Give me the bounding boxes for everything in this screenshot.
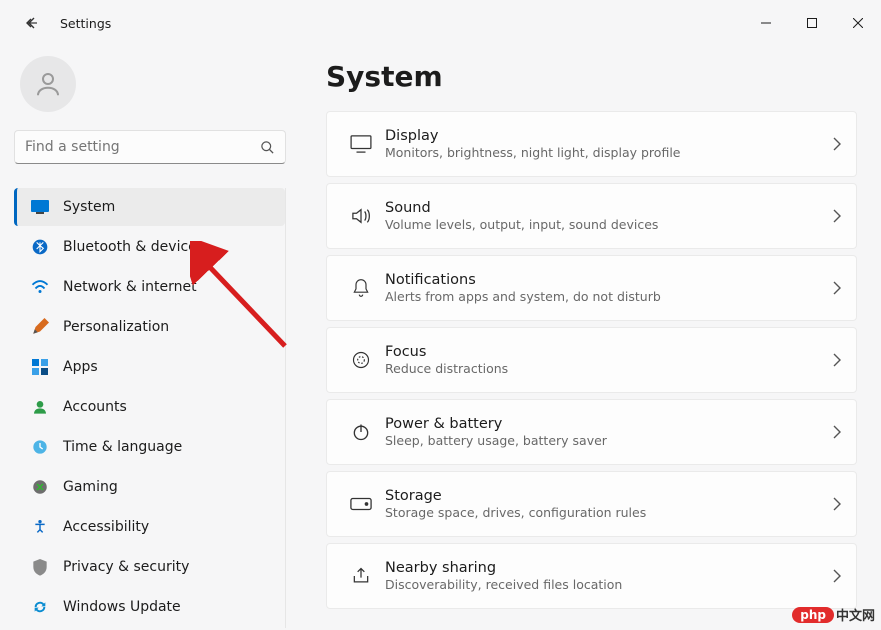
share-icon xyxy=(337,566,385,586)
sidebar-item-update[interactable]: Windows Update xyxy=(14,588,285,626)
card-title: Focus xyxy=(385,344,832,360)
storage-icon xyxy=(337,497,385,511)
card-subtitle: Monitors, brightness, night light, displ… xyxy=(385,145,832,160)
card-sound[interactable]: Sound Volume levels, output, input, soun… xyxy=(326,183,857,249)
sidebar-item-gaming[interactable]: Gaming xyxy=(14,468,285,506)
sidebar-item-bluetooth[interactable]: Bluetooth & devices xyxy=(14,228,285,266)
network-icon xyxy=(31,278,49,296)
card-notifications[interactable]: Notifications Alerts from apps and syste… xyxy=(326,255,857,321)
sidebar-item-label: Windows Update xyxy=(63,599,181,615)
card-power[interactable]: Power & battery Sleep, battery usage, ba… xyxy=(326,399,857,465)
system-icon xyxy=(31,198,49,216)
bluetooth-icon xyxy=(31,238,49,256)
sidebar-item-label: Bluetooth & devices xyxy=(63,239,204,255)
sidebar-item-label: Accounts xyxy=(63,399,127,415)
sidebar-item-network[interactable]: Network & internet xyxy=(14,268,285,306)
sound-icon xyxy=(337,207,385,225)
update-icon xyxy=(31,598,49,616)
apps-icon xyxy=(31,358,49,376)
person-icon xyxy=(33,69,63,99)
sidebar-nav: System Bluetooth & devices Network & int… xyxy=(14,188,286,628)
close-button[interactable] xyxy=(835,8,881,38)
sidebar: System Bluetooth & devices Network & int… xyxy=(0,46,300,630)
card-subtitle: Alerts from apps and system, do not dist… xyxy=(385,289,832,304)
chevron-right-icon xyxy=(832,425,842,439)
card-title: Sound xyxy=(385,200,832,216)
sidebar-item-accessibility[interactable]: Accessibility xyxy=(14,508,285,546)
card-title: Storage xyxy=(385,488,832,504)
personalization-icon xyxy=(31,318,49,336)
accessibility-icon xyxy=(31,518,49,536)
chevron-right-icon xyxy=(832,137,842,151)
power-icon xyxy=(337,422,385,442)
card-title: Notifications xyxy=(385,272,832,288)
card-subtitle: Reduce distractions xyxy=(385,361,832,376)
sidebar-item-privacy[interactable]: Privacy & security xyxy=(14,548,285,586)
back-arrow-icon xyxy=(24,15,40,31)
chevron-right-icon xyxy=(832,209,842,223)
sidebar-item-label: System xyxy=(63,199,115,215)
user-avatar[interactable] xyxy=(20,56,76,112)
sidebar-item-apps[interactable]: Apps xyxy=(14,348,285,386)
main-content: System Display Monitors, brightness, nig… xyxy=(300,46,881,630)
display-icon xyxy=(337,135,385,153)
card-title: Power & battery xyxy=(385,416,832,432)
sidebar-item-time[interactable]: Time & language xyxy=(14,428,285,466)
sidebar-item-personalization[interactable]: Personalization xyxy=(14,308,285,346)
sidebar-item-accounts[interactable]: Accounts xyxy=(14,388,285,426)
page-title: System xyxy=(326,60,857,93)
chevron-right-icon xyxy=(832,497,842,511)
search-icon xyxy=(260,140,275,155)
sidebar-item-label: Network & internet xyxy=(63,279,197,295)
watermark-text: 中文网 xyxy=(836,605,875,624)
card-subtitle: Sleep, battery usage, battery saver xyxy=(385,433,832,448)
chevron-right-icon xyxy=(832,281,842,295)
notifications-icon xyxy=(337,278,385,298)
minimize-icon xyxy=(761,18,771,28)
maximize-button[interactable] xyxy=(789,8,835,38)
titlebar: Settings xyxy=(0,0,881,46)
close-icon xyxy=(853,18,863,28)
card-nearby-sharing[interactable]: Nearby sharing Discoverability, received… xyxy=(326,543,857,609)
card-title: Nearby sharing xyxy=(385,560,832,576)
card-storage[interactable]: Storage Storage space, drives, configura… xyxy=(326,471,857,537)
search-input[interactable] xyxy=(25,139,260,155)
sidebar-item-label: Time & language xyxy=(63,439,182,455)
search-input-wrapper[interactable] xyxy=(14,130,286,164)
card-title: Display xyxy=(385,128,832,144)
sidebar-item-label: Accessibility xyxy=(63,519,149,535)
chevron-right-icon xyxy=(832,569,842,583)
back-button[interactable] xyxy=(18,9,46,37)
watermark-pill: php xyxy=(792,607,834,623)
privacy-icon xyxy=(31,558,49,576)
focus-icon xyxy=(337,350,385,370)
sidebar-item-label: Gaming xyxy=(63,479,118,495)
chevron-right-icon xyxy=(832,353,842,367)
gaming-icon xyxy=(31,478,49,496)
accounts-icon xyxy=(31,398,49,416)
window-title: Settings xyxy=(60,16,111,31)
sidebar-item-label: Apps xyxy=(63,359,98,375)
sidebar-item-label: Personalization xyxy=(63,319,169,335)
time-icon xyxy=(31,438,49,456)
sidebar-item-label: Privacy & security xyxy=(63,559,189,575)
card-focus[interactable]: Focus Reduce distractions xyxy=(326,327,857,393)
maximize-icon xyxy=(807,18,817,28)
card-display[interactable]: Display Monitors, brightness, night ligh… xyxy=(326,111,857,177)
card-subtitle: Storage space, drives, configuration rul… xyxy=(385,505,832,520)
sidebar-item-system[interactable]: System xyxy=(14,188,285,226)
card-subtitle: Discoverability, received files location xyxy=(385,577,832,592)
minimize-button[interactable] xyxy=(743,8,789,38)
watermark: php 中文网 xyxy=(792,605,875,624)
window-controls xyxy=(743,8,881,38)
card-subtitle: Volume levels, output, input, sound devi… xyxy=(385,217,832,232)
